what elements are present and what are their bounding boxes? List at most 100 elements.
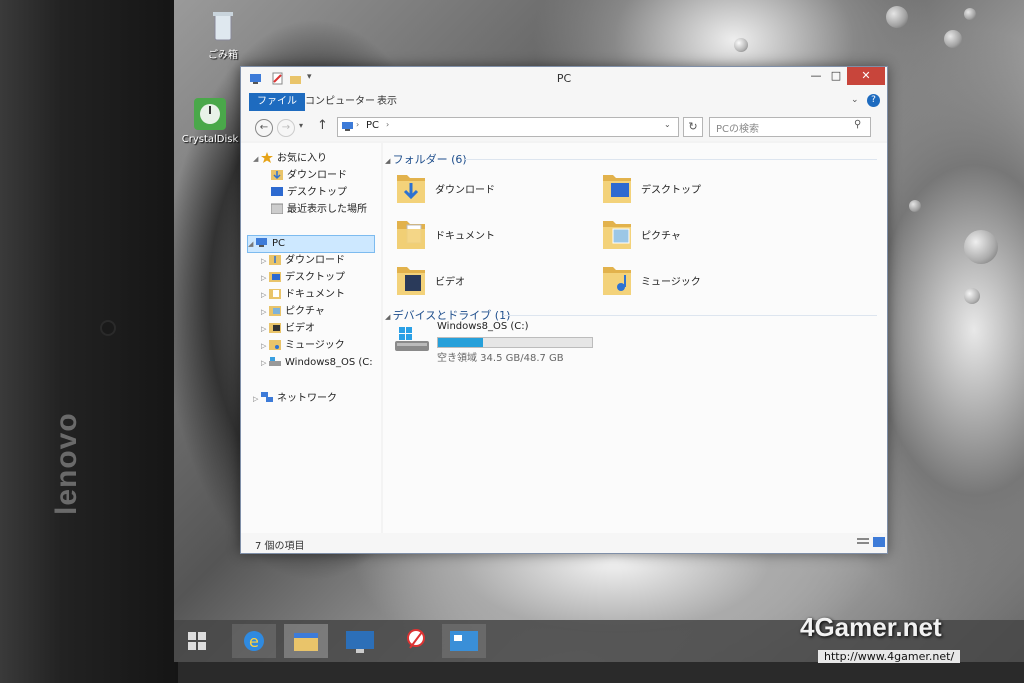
svg-text:e: e: [249, 632, 259, 651]
nav-pc-music[interactable]: ▷ ミュージック: [261, 338, 345, 354]
desktop-folder-icon: [269, 271, 281, 282]
taskbar-control-app[interactable]: [442, 624, 486, 658]
search-icon[interactable]: ⚲: [854, 119, 861, 130]
desktop-icon-label: CrystalDisk: [181, 134, 239, 145]
nav-pc-documents[interactable]: ▷ ドキュメント: [261, 287, 345, 303]
pictures-folder-icon: [601, 215, 633, 251]
music-folder-icon: [601, 261, 633, 297]
star-icon: [261, 152, 273, 163]
videos-folder-icon: [269, 322, 281, 333]
address-bar[interactable]: › PC › ⌄: [337, 117, 679, 137]
nav-label: ドキュメント: [285, 289, 345, 300]
nav-label: PC: [272, 238, 286, 249]
folder-documents[interactable]: ドキュメント: [395, 215, 595, 255]
folder-desktop[interactable]: デスクトップ: [601, 169, 801, 209]
large-icons-view-icon[interactable]: [873, 537, 885, 550]
nav-label: デスクトップ: [287, 187, 347, 198]
downloads-folder-icon: [269, 254, 281, 265]
desktop-icon-label: ごみ箱: [208, 50, 238, 61]
taskbar-lenovo-app[interactable]: [338, 624, 382, 658]
network-icon: [261, 392, 273, 403]
navigation-pane: ◢ お気に入り ダウンロード デスクトップ 最近表示した場所 ◢ PC ▷ ダウンロー…: [241, 143, 381, 533]
recent-places-icon: [270, 203, 284, 215]
explorer-window: ▾ PC — □ ✕ ファイル コンピューター 表示 ⌄ ? ← → ▾ ↑ ›…: [240, 66, 888, 554]
drive-usage-fill: [438, 338, 483, 347]
forward-button[interactable]: →: [277, 119, 295, 137]
drive-icon: [393, 325, 431, 358]
drive-c[interactable]: Windows8_OS (C:) 空き領域 34.5 GB/48.7 GB: [393, 319, 613, 364]
nav-pc-videos[interactable]: ▷ ビデオ: [261, 321, 315, 337]
group-header-label: フォルダー (6): [392, 153, 467, 166]
nav-label: ダウンロード: [287, 170, 347, 181]
content-pane: ◢ フォルダー (6) ダウンロード デスクトップ ドキュメント ピクチャ ビデ…: [383, 143, 887, 533]
search-input[interactable]: PCの検索: [716, 120, 759, 135]
desktop-icon-recycle-bin[interactable]: ごみ箱: [198, 8, 248, 61]
nav-label: ダウンロード: [285, 255, 345, 266]
window-title: PC: [556, 72, 572, 85]
folder-label: ダウンロード: [435, 185, 495, 196]
nav-pc[interactable]: ◢ PC: [247, 235, 375, 253]
nav-label: ミュージック: [285, 340, 345, 351]
recycle-bin-icon: [205, 8, 241, 44]
nav-pc-pictures[interactable]: ▷ ピクチャ: [261, 304, 325, 320]
search-box[interactable]: PCの検索 ⚲: [709, 117, 871, 137]
nav-favorites[interactable]: ◢ お気に入り: [253, 151, 327, 167]
nav-network[interactable]: ▷ ネットワーク: [253, 391, 337, 407]
nav-pc-downloads[interactable]: ▷ ダウンロード: [261, 253, 345, 269]
recent-locations-icon[interactable]: ▾: [299, 121, 303, 130]
nav-label: Windows8_OS (C:: [285, 357, 373, 368]
documents-folder-icon: [269, 288, 281, 299]
maximize-button[interactable]: □: [825, 67, 847, 85]
folder-label: ピクチャ: [641, 231, 681, 242]
documents-folder-icon: [395, 215, 427, 251]
taskbar-internet-explorer[interactable]: e: [232, 624, 276, 658]
nav-item-downloads[interactable]: ダウンロード: [271, 168, 347, 184]
folder-music[interactable]: ミュージック: [601, 261, 801, 301]
drive-name: Windows8_OS (C:): [437, 321, 529, 332]
nav-item-recent[interactable]: 最近表示した場所: [270, 202, 367, 218]
crystaldisk-icon: [192, 96, 228, 132]
folders-group-header[interactable]: ◢ フォルダー (6): [385, 151, 467, 167]
drive-free-space: 空き領域 34.5 GB/48.7 GB: [437, 353, 564, 364]
nav-pc-desktop[interactable]: ▷ デスクトップ: [261, 270, 345, 286]
videos-folder-icon: [395, 261, 427, 297]
address-dropdown-icon[interactable]: ⌄: [664, 120, 671, 129]
back-button[interactable]: ←: [255, 119, 273, 137]
folder-label: ビデオ: [435, 277, 465, 288]
folder-videos[interactable]: ビデオ: [395, 261, 595, 301]
folder-label: ミュージック: [641, 277, 701, 288]
drive-icon: [269, 356, 281, 367]
close-button[interactable]: ✕: [847, 67, 885, 85]
title-bar[interactable]: ▾ PC — □ ✕: [241, 67, 887, 91]
folder-label: デスクトップ: [641, 185, 701, 196]
tab-view[interactable]: 表示: [369, 93, 405, 111]
nav-label: デスクトップ: [285, 272, 345, 283]
taskbar-file-explorer[interactable]: [284, 624, 328, 658]
details-view-icon[interactable]: [857, 537, 869, 550]
taskbar-snipping-tool[interactable]: [394, 624, 438, 658]
group-divider: [465, 159, 877, 160]
nav-pc-drive-c[interactable]: ▷ Windows8_OS (C:: [261, 355, 373, 371]
nav-label: お気に入り: [277, 153, 327, 164]
up-button[interactable]: ↑: [317, 118, 328, 133]
start-button[interactable]: [176, 624, 220, 658]
desktop-icon-crystaldisk[interactable]: CrystalDisk: [178, 96, 242, 145]
address-row: ← → ▾ ↑ › PC › ⌄ ↻ PCの検索 ⚲: [241, 113, 887, 141]
refresh-button[interactable]: ↻: [683, 117, 703, 137]
breadcrumb-pc[interactable]: PC: [366, 120, 379, 131]
desktop-folder-icon: [271, 186, 283, 197]
help-button[interactable]: ?: [867, 94, 880, 107]
watermark-url: http://www.4gamer.net/: [818, 650, 961, 663]
camera-icon: [102, 322, 114, 334]
downloads-folder-icon: [271, 169, 283, 180]
group-divider: [503, 315, 877, 316]
folder-pictures[interactable]: ピクチャ: [601, 215, 801, 255]
folder-downloads[interactable]: ダウンロード: [395, 169, 595, 209]
nav-label: ビデオ: [285, 323, 315, 334]
nav-item-desktop[interactable]: デスクトップ: [271, 185, 347, 201]
pc-icon: [342, 121, 354, 135]
expand-ribbon-icon[interactable]: ⌄: [851, 95, 859, 105]
downloads-folder-icon: [395, 169, 427, 205]
status-bar: 7 個の項目: [241, 533, 887, 553]
breadcrumb-separator[interactable]: ›: [386, 120, 389, 129]
